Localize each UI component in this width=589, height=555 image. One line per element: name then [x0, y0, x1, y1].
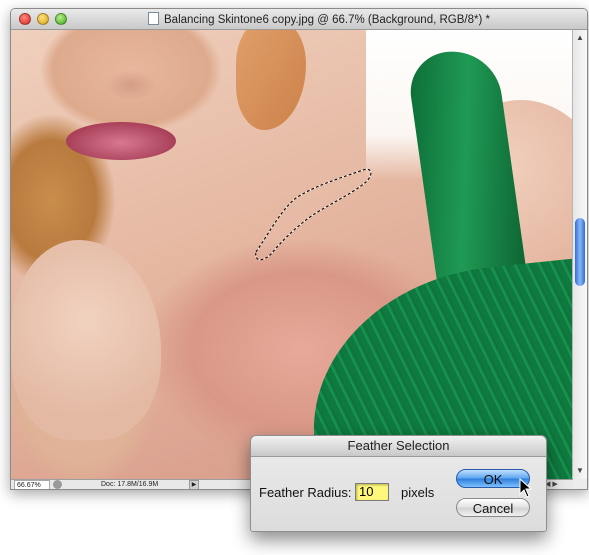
feather-selection-dialog: Feather Selection Feather Radius: 10 pix…	[250, 435, 547, 532]
vertical-scrollbar[interactable]: ▲ ▼	[572, 30, 587, 479]
arrow-cursor-icon	[519, 478, 533, 498]
zoom-level-field[interactable]: 66.67%	[14, 480, 50, 489]
window-title-container: Balancing Skintone6 copy.jpg @ 66.7% (Ba…	[71, 12, 567, 26]
feather-radius-label: Feather Radius:	[259, 485, 352, 500]
zoom-button[interactable]	[55, 13, 67, 25]
document-window: Balancing Skintone6 copy.jpg @ 66.7% (Ba…	[10, 8, 588, 490]
cancel-button[interactable]: Cancel	[456, 498, 530, 517]
title-bar[interactable]: Balancing Skintone6 copy.jpg @ 66.7% (Ba…	[11, 9, 587, 30]
document-icon	[148, 12, 159, 25]
horizontal-scroll-buttons[interactable]: ◀ ▶	[545, 480, 573, 489]
minimize-button[interactable]	[37, 13, 49, 25]
document-size: Doc: 17.8M/16.9M	[101, 481, 159, 488]
status-menu-arrow-icon[interactable]: ▶	[189, 480, 199, 489]
window-title: Balancing Skintone6 copy.jpg @ 66.7% (Ba…	[164, 14, 490, 26]
scroll-up-icon[interactable]: ▲	[573, 32, 587, 44]
pixels-unit-label: pixels	[401, 485, 435, 500]
dialog-title: Feather Selection	[251, 436, 546, 457]
close-button[interactable]	[19, 13, 31, 25]
status-info-icon[interactable]	[53, 480, 62, 489]
vertical-scroll-thumb[interactable]	[575, 218, 585, 286]
lasso-selection[interactable]	[11, 30, 573, 479]
feather-radius-input[interactable]: 10	[355, 483, 389, 501]
scroll-down-icon[interactable]: ▼	[573, 465, 587, 477]
image-canvas[interactable]	[11, 30, 573, 479]
